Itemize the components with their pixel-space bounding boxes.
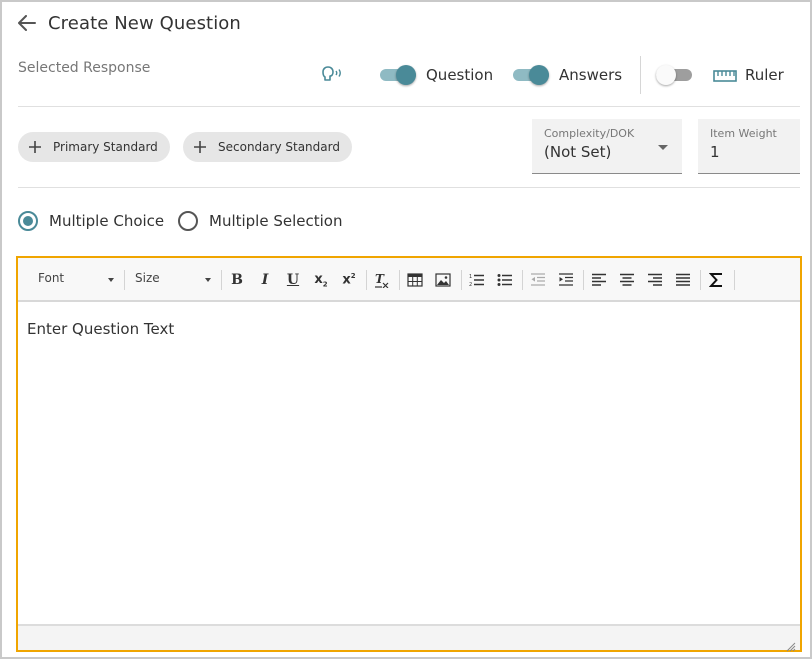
editor-footer (18, 624, 800, 652)
page-title: Create New Question (48, 12, 241, 34)
sigma-icon[interactable] (706, 270, 726, 290)
align-center-icon[interactable] (617, 270, 637, 290)
toolbar-separator (124, 270, 125, 290)
toolbar-divider (640, 56, 641, 94)
item-weight-label: Item Weight (710, 127, 777, 140)
font-select-label: Font (38, 271, 65, 285)
toolbar-separator (583, 270, 584, 290)
ruler-label: Ruler (745, 66, 784, 84)
dropdown-caret-icon (658, 145, 668, 150)
size-select-label: Size (135, 271, 160, 285)
item-weight-field[interactable]: Item Weight 1 (698, 119, 800, 174)
image-icon[interactable] (433, 270, 453, 290)
bold-icon[interactable]: B (227, 270, 247, 290)
align-right-icon[interactable] (645, 270, 665, 290)
toolbar-separator (399, 270, 400, 290)
toolbar-separator (366, 270, 367, 290)
plus-icon (194, 141, 206, 153)
svg-text:1: 1 (469, 274, 472, 280)
multiple-selection-option[interactable]: Multiple Selection (178, 210, 342, 232)
question-text-area[interactable]: Enter Question Text (18, 302, 800, 624)
radio-unchecked-icon[interactable] (178, 211, 198, 231)
size-select[interactable]: Size (135, 271, 211, 289)
question-text-placeholder: Enter Question Text (27, 320, 175, 338)
question-text-editor: Font Size B I U x2 x2 T 1 2 Enter Questi… (16, 256, 802, 652)
resize-grip-icon[interactable] (786, 637, 796, 652)
answers-toggle[interactable] (513, 64, 549, 86)
question-toggle[interactable] (380, 64, 416, 86)
text-to-speech-icon[interactable] (322, 66, 346, 82)
header: Create New Question (16, 10, 241, 36)
font-select[interactable]: Font (38, 271, 114, 289)
back-arrow-icon[interactable] (16, 12, 38, 34)
complexity-dok-label: Complexity/DOK (544, 127, 635, 140)
decrease-indent-icon[interactable] (528, 270, 548, 290)
radio-checked-icon[interactable] (18, 211, 38, 231)
toolbar-separator (522, 270, 523, 290)
dropdown-caret-icon (205, 278, 211, 282)
toolbar-separator (461, 270, 462, 290)
add-primary-standard-button[interactable]: Primary Standard (18, 132, 170, 162)
toolbar-separator (734, 270, 735, 290)
multiple-selection-label: Multiple Selection (209, 212, 343, 230)
svg-text:2: 2 (469, 282, 472, 287)
subscript-icon[interactable]: x2 (311, 270, 331, 290)
ruler-icon (713, 68, 737, 82)
create-question-panel: Create New Question Selected Response Qu… (0, 0, 812, 659)
toolbar-separator (221, 270, 222, 290)
multiple-choice-label: Multiple Choice (49, 212, 165, 230)
increase-indent-icon[interactable] (556, 270, 576, 290)
numbered-list-icon[interactable]: 12 (467, 270, 487, 290)
secondary-standard-label: Secondary Standard (218, 140, 340, 154)
italic-icon[interactable]: I (255, 270, 275, 290)
align-left-icon[interactable] (589, 270, 609, 290)
bulleted-list-icon[interactable] (495, 270, 515, 290)
item-weight-value: 1 (710, 143, 720, 161)
section-divider (18, 106, 800, 107)
answers-toggle-label: Answers (559, 66, 623, 84)
plus-icon (29, 141, 41, 153)
justify-icon[interactable] (673, 270, 693, 290)
underline-icon[interactable]: U (283, 270, 303, 290)
complexity-dok-value: (Not Set) (544, 143, 612, 161)
toolbar-separator (700, 270, 701, 290)
question-type-subtitle: Selected Response (18, 60, 151, 76)
dropdown-caret-icon (108, 278, 114, 282)
multiple-choice-option[interactable]: Multiple Choice (18, 210, 164, 232)
add-secondary-standard-button[interactable]: Secondary Standard (183, 132, 352, 162)
complexity-dok-select[interactable]: Complexity/DOK (Not Set) (532, 119, 682, 174)
editor-toolbar: Font Size B I U x2 x2 T 1 2 (18, 258, 800, 302)
ruler-toggle[interactable] (656, 64, 692, 86)
question-toggle-label: Question (426, 66, 494, 84)
superscript-icon[interactable]: x2 (339, 270, 359, 290)
section-divider (18, 187, 800, 188)
remove-format-icon[interactable]: T (372, 270, 392, 290)
primary-standard-label: Primary Standard (53, 140, 158, 154)
table-icon[interactable] (405, 270, 425, 290)
